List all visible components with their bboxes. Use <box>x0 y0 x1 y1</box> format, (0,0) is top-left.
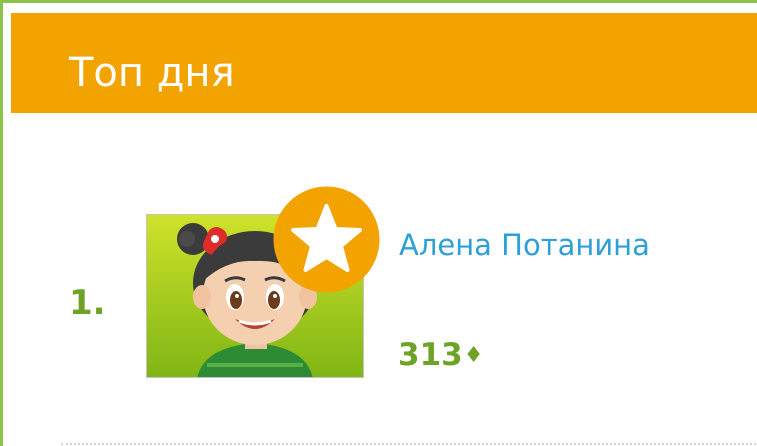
row-divider <box>61 443 757 445</box>
widget-header: Топ дня <box>11 13 757 113</box>
score-value: 313♦ <box>398 335 483 376</box>
star-badge <box>271 184 382 295</box>
top-of-day-widget: Топ дня 1. Алена Потанина 313♦ <box>0 0 757 446</box>
rank-number: 1. <box>69 283 106 323</box>
user-name-link[interactable]: Алена Потанина <box>399 225 650 265</box>
score-number: 313 <box>398 337 463 373</box>
widget-title: Топ дня <box>69 50 235 96</box>
diamond-icon: ♦ <box>463 343 484 368</box>
star-icon <box>273 186 380 293</box>
